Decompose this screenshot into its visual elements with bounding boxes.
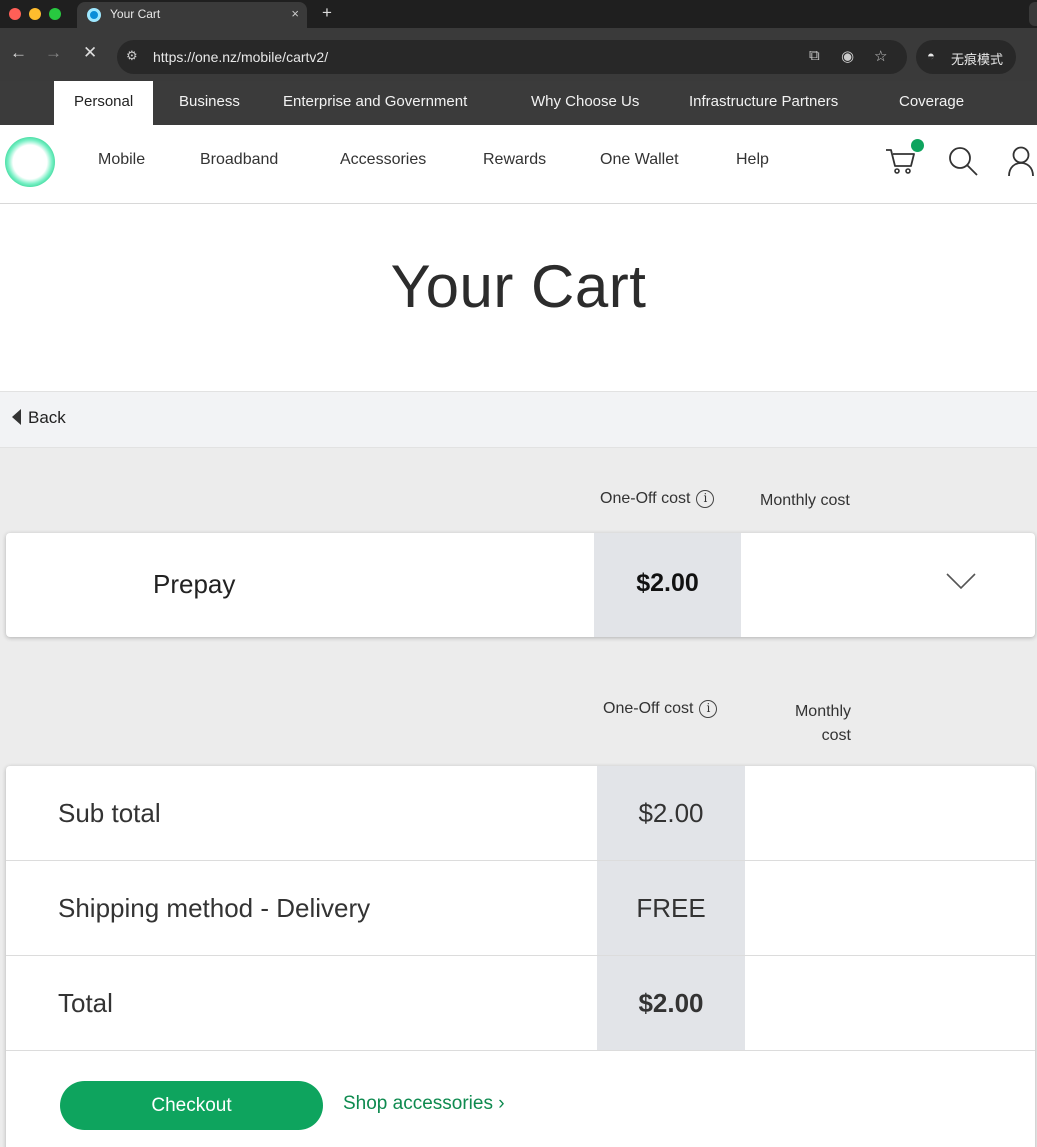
chevron-down-icon[interactable] [945, 571, 977, 591]
new-tab-button[interactable]: + [322, 3, 332, 23]
nav-mobile[interactable]: Mobile [98, 151, 145, 169]
total-value: $2.00 [638, 988, 704, 1018]
page-title: Your Cart [390, 253, 647, 320]
subtotal-label: Sub total [58, 798, 161, 828]
shipping-label: Shipping method - Delivery [58, 893, 371, 923]
cart-item-name: Prepay [153, 569, 236, 599]
nav-one-wallet[interactable]: One Wallet [600, 151, 679, 169]
address-bar[interactable]: ⚙ https://one.nz/mobile/cartv2/ ⧉ ◉ ☆ [117, 40, 907, 74]
one-off-cost-label: One-Off cost [600, 490, 691, 507]
user-icon[interactable] [1006, 145, 1036, 177]
cart-item-card: Prepay $2.00 [6, 533, 1035, 637]
incognito-badge[interactable]: ◓ 无痕模式 [916, 40, 1016, 74]
window-menu-edge [1029, 2, 1037, 26]
url-text[interactable]: https://one.nz/mobile/cartv2/ [153, 49, 328, 65]
subtotal-row: Sub total $2.00 [6, 766, 1035, 861]
back-bar[interactable]: Back [0, 391, 1037, 448]
segment-why-choose-us[interactable]: Why Choose Us [531, 81, 639, 125]
one-nz-logo[interactable] [5, 137, 55, 187]
back-link[interactable]: Back [28, 408, 66, 428]
maximize-window-button[interactable] [49, 8, 61, 20]
totals-card: Sub total $2.00 Shipping method - Delive… [6, 766, 1035, 1147]
shipping-row: Shipping method - Delivery FREE [6, 861, 1035, 956]
monthly-label-line2: cost [821, 727, 851, 744]
info-icon[interactable]: i [696, 490, 715, 508]
translate-icon[interactable]: ⧉ [809, 47, 820, 64]
monthly-label-line1: Monthly [794, 703, 851, 720]
total-label: Total [58, 988, 113, 1018]
minimize-window-button[interactable] [29, 8, 41, 20]
totals-one-off-cost-header: One-Off cost i [603, 700, 718, 718]
subtotal-value: $2.00 [638, 798, 704, 828]
segment-coverage[interactable]: Coverage [899, 81, 964, 125]
info-icon[interactable]: i [699, 700, 718, 718]
stop-icon[interactable]: ✕ [83, 43, 97, 63]
shipping-value: FREE [636, 893, 706, 923]
checkout-button[interactable]: Checkout [60, 1081, 323, 1130]
segment-enterprise[interactable]: Enterprise and Government [283, 81, 467, 125]
shop-accessories-link[interactable]: Shop accessories › [343, 1093, 505, 1115]
segment-business[interactable]: Business [179, 81, 240, 125]
close-window-button[interactable] [9, 8, 21, 20]
segment-personal[interactable]: Personal [54, 81, 154, 125]
search-icon[interactable] [947, 145, 979, 177]
main-nav: Mobile Broadband Accessories Rewards One… [0, 125, 1037, 204]
site-info-icon[interactable]: ⚙ [126, 48, 138, 64]
nav-broadband[interactable]: Broadband [200, 151, 278, 169]
browser-tab-bar: Your Cart × + [0, 0, 1037, 28]
totals-monthly-cost-header: Monthly cost [781, 700, 851, 748]
tab-close-icon[interactable]: × [291, 6, 299, 21]
nav-rewards[interactable]: Rewards [483, 151, 546, 169]
back-caret-icon[interactable] [12, 409, 21, 425]
nav-help[interactable]: Help [736, 151, 769, 169]
one-off-price-cell: $2.00 [594, 533, 741, 637]
star-icon[interactable]: ☆ [874, 47, 887, 65]
incognito-icon: ◓ [927, 48, 935, 63]
totals-one-off-cost-label: One-Off cost [603, 700, 694, 717]
heading-area: Your Cart [0, 204, 1037, 391]
browser-toolbar: ← → ✕ ⚙ https://one.nz/mobile/cartv2/ ⧉ … [0, 28, 1037, 81]
eye-off-icon[interactable]: ◉ [841, 47, 854, 65]
cart-item-one-off-price: $2.00 [636, 569, 699, 597]
one-off-cost-header: One-Off cost i [600, 490, 715, 508]
segment-infrastructure[interactable]: Infrastructure Partners [689, 81, 838, 125]
nav-accessories[interactable]: Accessories [340, 151, 426, 169]
back-icon[interactable]: ← [10, 43, 27, 63]
segment-nav: Personal Business Enterprise and Governm… [0, 81, 1037, 125]
tab-title: Your Cart [110, 7, 161, 21]
incognito-label: 无痕模式 [951, 53, 1004, 68]
total-row: Total $2.00 [6, 956, 1035, 1051]
forward-icon[interactable]: → [45, 43, 62, 63]
cart-notification-dot [911, 139, 924, 152]
monthly-cost-header: Monthly cost [760, 492, 850, 509]
favicon-icon [87, 8, 101, 22]
browser-tab[interactable]: Your Cart × [77, 2, 307, 28]
